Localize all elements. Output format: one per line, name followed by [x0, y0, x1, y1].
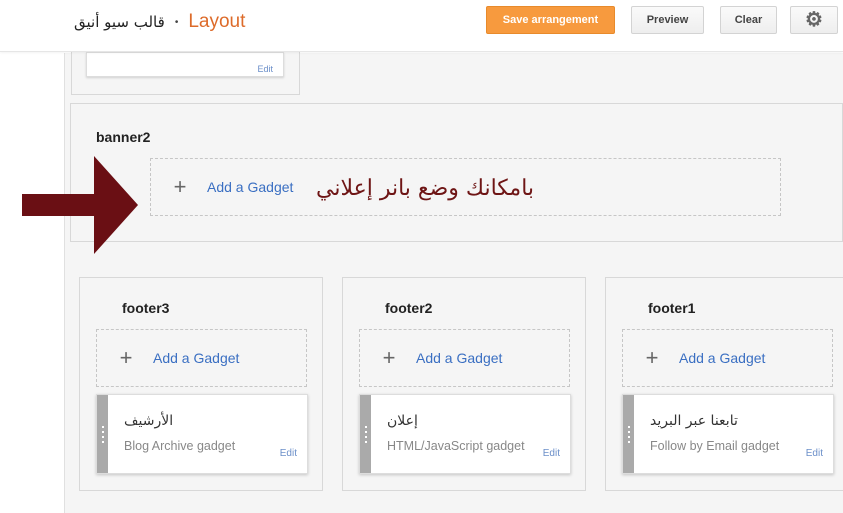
plus-icon: + [645, 345, 659, 370]
gadget-title: إعلان [387, 413, 418, 429]
annotation-arrow-icon [22, 156, 138, 254]
drag-handle[interactable] [360, 395, 371, 473]
gadget-type: HTML/JavaScript gadget [387, 439, 525, 453]
preview-button[interactable]: Preview [631, 6, 704, 34]
save-arrangement-button[interactable]: Save arrangement [486, 6, 615, 34]
section-title: banner2 [96, 129, 151, 145]
edit-link[interactable]: Edit [257, 64, 273, 74]
gadget-email[interactable]: تابعنا عبر البريد Follow by Email gadget… [622, 394, 834, 474]
gadget-archive[interactable]: الأرشيف Blog Archive gadget Edit [96, 394, 308, 474]
edit-link[interactable]: Edit [280, 448, 297, 459]
edit-link[interactable]: Edit [806, 448, 823, 459]
partial-gadget[interactable]: Edit [86, 52, 284, 77]
edit-link[interactable]: Edit [543, 448, 560, 459]
banner2-section: banner2 + Add a Gadget [70, 103, 843, 242]
add-gadget-button[interactable]: + Add a Gadget [359, 329, 570, 387]
annotation-text: بامكانك وضع بانر إعلاني [316, 176, 535, 201]
footer1-section: footer1 + Add a Gadget تابعنا عبر البريد… [605, 277, 843, 491]
drag-handle[interactable] [623, 395, 634, 473]
plus-icon: + [119, 345, 133, 370]
gadget-type: Follow by Email gadget [650, 439, 780, 453]
gadget-title: تابعنا عبر البريد [650, 413, 738, 429]
gadget-html[interactable]: إعلان HTML/JavaScript gadget Edit [359, 394, 571, 474]
add-gadget-button[interactable]: + Add a Gadget [96, 329, 307, 387]
drag-handle[interactable] [97, 395, 108, 473]
plus-icon: + [173, 174, 187, 199]
add-gadget-label: Add a Gadget [207, 179, 294, 195]
top-bar: قالب سيو أنيق • Layout Save arrangement … [0, 0, 843, 52]
blog-name[interactable]: قالب سيو أنيق [74, 13, 165, 31]
gear-icon: ⚙ [805, 9, 823, 31]
add-gadget-label: Add a Gadget [416, 350, 503, 366]
page-title: Layout [188, 11, 246, 32]
add-gadget-label: Add a Gadget [153, 350, 240, 366]
footer2-section: footer2 + Add a Gadget إعلان HTML/JavaSc… [342, 277, 586, 491]
section-title: footer3 [122, 300, 170, 316]
breadcrumb: قالب سيو أنيق • Layout [74, 10, 245, 34]
clear-button[interactable]: Clear [720, 6, 777, 34]
footer3-section: footer3 + Add a Gadget الأرشيف Blog Arch… [79, 277, 323, 491]
add-gadget-label: Add a Gadget [679, 350, 766, 366]
breadcrumb-separator: • [174, 16, 179, 28]
plus-icon: + [382, 345, 396, 370]
add-gadget-button[interactable]: + Add a Gadget [622, 329, 833, 387]
section-title: footer2 [385, 300, 433, 316]
section-title: footer1 [648, 300, 696, 316]
gadget-type: Blog Archive gadget [124, 439, 236, 453]
gadget-title: الأرشيف [124, 413, 174, 429]
settings-button[interactable]: ⚙ [790, 6, 838, 34]
